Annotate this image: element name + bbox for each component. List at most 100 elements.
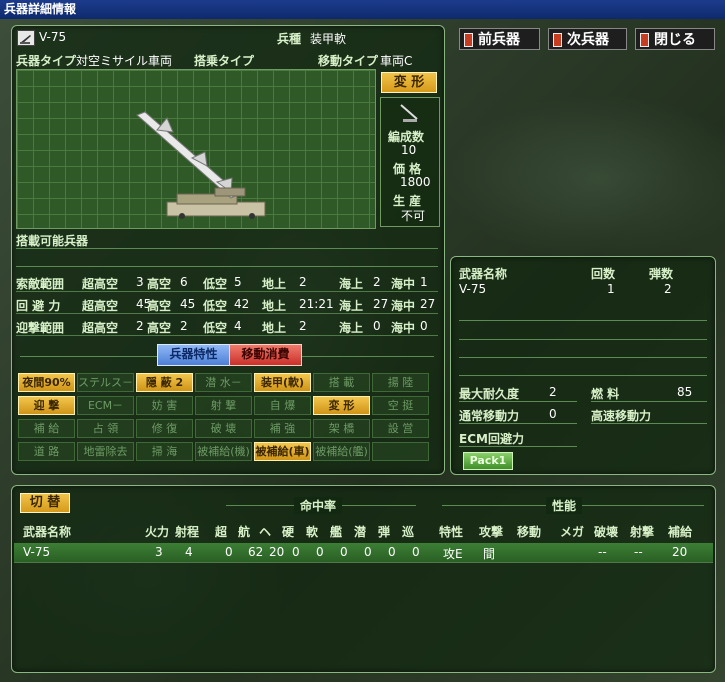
carrier-type-label: 搭乗タイプ [194, 54, 255, 68]
trait-cell[interactable]: 補 強 [254, 419, 311, 438]
range-cell-value: 2 [299, 275, 307, 289]
range-cell-value: 27 [373, 297, 389, 311]
range-cell-label: 超高空 [82, 277, 119, 291]
range-cell-value: 5 [234, 275, 242, 289]
window-titlebar: 兵器詳細情報 [0, 0, 725, 19]
trait-cell[interactable]: 架 橋 [313, 419, 370, 438]
divider [459, 423, 577, 424]
close-button[interactable]: 閉じる [635, 28, 715, 50]
trait-cell[interactable]: 変 形 [313, 396, 370, 415]
table-cell: 0 [412, 545, 420, 559]
trait-cell[interactable]: 隠 蔽 2 [136, 373, 193, 392]
table-cell: 20 [269, 545, 285, 559]
range-cell-label: 高空 [147, 321, 172, 335]
button-marker-icon [464, 33, 473, 47]
range-cell-label: 低空 [203, 321, 228, 335]
range-cell-value: 45 [180, 297, 196, 311]
window-title: 兵器詳細情報 [4, 2, 77, 16]
range-cell-label: 高空 [147, 299, 172, 313]
trait-cell[interactable]: 地雷除去 [77, 442, 134, 461]
table-header-cell: 超 [215, 525, 228, 539]
next-weapon-button[interactable]: 次兵器 [548, 28, 627, 50]
trait-cell[interactable]: 掃 海 [136, 442, 193, 461]
trait-cell[interactable]: 潜 水－ [195, 373, 252, 392]
table-cell: -- [598, 545, 607, 559]
table-cell: 間 [483, 547, 496, 561]
switch-button[interactable]: 切 替 [20, 493, 70, 513]
trait-cell[interactable]: 妨 害 [136, 396, 193, 415]
durability-value: 2 [549, 385, 557, 399]
sa-missile-launcher-image [136, 111, 266, 219]
trait-cell[interactable]: 道 路 [18, 442, 75, 461]
table-header-cell: 軟 [306, 525, 319, 539]
range-cell-label: 海中 [391, 321, 416, 335]
trait-cell[interactable]: 自 爆 [254, 396, 311, 415]
trait-cell[interactable]: 被補給(艦) [313, 442, 370, 461]
trait-cell[interactable]: 揚 陸 [372, 373, 429, 392]
unit-image-area [16, 69, 376, 229]
range-cell-value: 1 [420, 275, 428, 289]
trait-cell[interactable]: 装甲(軟) [254, 373, 311, 392]
trait-cell[interactable]: 搭 載 [313, 373, 370, 392]
price-value: 1800 [400, 175, 431, 189]
trait-cell[interactable]: 被補給(機) [195, 442, 252, 461]
tab-weapon-traits[interactable]: 兵器特性 [157, 344, 230, 366]
range-cell-label: 海上 [339, 321, 364, 335]
trait-cell[interactable]: 占 領 [77, 419, 134, 438]
trait-cell[interactable]: 修 復 [136, 419, 193, 438]
trait-cell[interactable]: 射 撃 [195, 396, 252, 415]
trait-cell[interactable]: 被補給(車) [254, 442, 311, 461]
unit-info-panel: V-75 兵種 装甲軟 兵器タイプ 対空ミサイル車両 搭乗タイプ 移動タイプ 車… [11, 25, 445, 475]
move-type-value: 車両C [380, 54, 413, 68]
button-marker-icon [640, 33, 649, 47]
range-cell-value: 2 [180, 319, 188, 333]
table-cell: V-75 [23, 545, 51, 559]
weapon-row-ammo: 2 [664, 282, 672, 296]
table-cell: 4 [185, 545, 193, 559]
transform-button[interactable]: 変 形 [381, 72, 437, 93]
table-header-cell: 硬 [282, 525, 295, 539]
range-cell-label: 低空 [203, 299, 228, 313]
table-cell: 3 [155, 545, 163, 559]
divider [591, 401, 707, 402]
prev-weapon-button[interactable]: 前兵器 [459, 28, 540, 50]
range-cell-label: 海上 [339, 277, 364, 291]
trait-cell[interactable]: 空 挺 [372, 396, 429, 415]
range-cell-label: 超高空 [82, 321, 119, 335]
table-header-cell: 火力 [145, 525, 170, 539]
trait-cell[interactable]: 迎 撃 [18, 396, 75, 415]
range-cell-value: 21:21 [299, 297, 334, 311]
trait-cell[interactable] [372, 442, 429, 461]
range-cell-value: 4 [234, 319, 242, 333]
trait-cell[interactable]: 破 壊 [195, 419, 252, 438]
range-cell-value: 42 [234, 297, 250, 311]
trait-cell[interactable]: 夜間90% [18, 373, 75, 392]
button-marker-icon [553, 33, 562, 47]
normal-move-value: 0 [549, 407, 557, 421]
divider [16, 313, 438, 314]
normal-move-label: 通常移動力 [459, 409, 520, 423]
divider [459, 320, 707, 321]
divider [459, 446, 577, 447]
table-header-cell: 移動 [517, 525, 542, 539]
table-cell: 0 [316, 545, 324, 559]
table-cell: 0 [340, 545, 348, 559]
table-header-cell: 特性 [439, 525, 464, 539]
trait-cell[interactable]: ECM－ [77, 396, 134, 415]
range-cell-value: 2 [299, 319, 307, 333]
unit-icon [17, 30, 35, 46]
table-cell: 62 [248, 545, 264, 559]
tab-move-cost[interactable]: 移動消費 [229, 344, 302, 366]
table-header-cell: 艦 [330, 525, 343, 539]
trait-cell[interactable]: 設 営 [372, 419, 429, 438]
trait-cell[interactable]: ステルス－ [77, 373, 134, 392]
range-cell-label: 海中 [391, 277, 416, 291]
pack-tab[interactable]: Pack1 [463, 452, 513, 470]
table-header-cell: 弾 [378, 525, 391, 539]
prev-weapon-label: 前兵器 [478, 32, 520, 48]
trait-cell[interactable]: 補 給 [18, 419, 75, 438]
divider [16, 291, 438, 292]
divider [459, 339, 707, 340]
table-header-cell: ヘ [259, 525, 272, 539]
range-row-label: 迎撃範囲 [16, 321, 65, 335]
